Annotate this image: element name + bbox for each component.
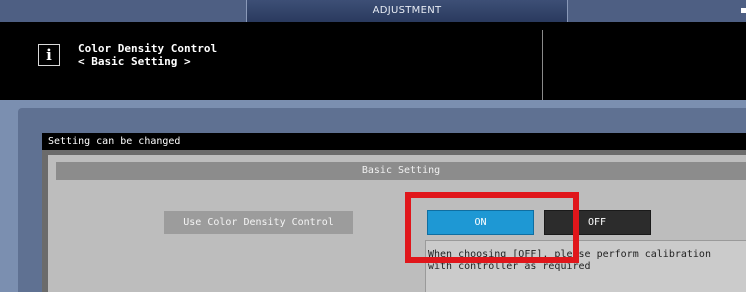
edge-indicator: [741, 8, 746, 13]
screen-title-tab: ADJUSTMENT: [246, 0, 568, 22]
info-header: i Color Density Control < Basic Setting …: [0, 22, 746, 100]
calibration-note: When choosing [OFF], please perform cali…: [425, 240, 746, 292]
section-title: Basic Setting: [56, 162, 746, 180]
function-title: Color Density Control: [78, 42, 218, 55]
function-subtitle: < Basic Setting >: [78, 55, 191, 68]
setting-label: Use Color Density Control: [164, 211, 353, 234]
top-bar: ADJUSTMENT: [0, 0, 746, 22]
status-message: Setting can be changed: [42, 133, 746, 150]
info-icon[interactable]: i: [38, 44, 60, 66]
off-button[interactable]: OFF: [544, 210, 651, 235]
header-divider: [542, 30, 543, 100]
on-button[interactable]: ON: [427, 210, 534, 235]
